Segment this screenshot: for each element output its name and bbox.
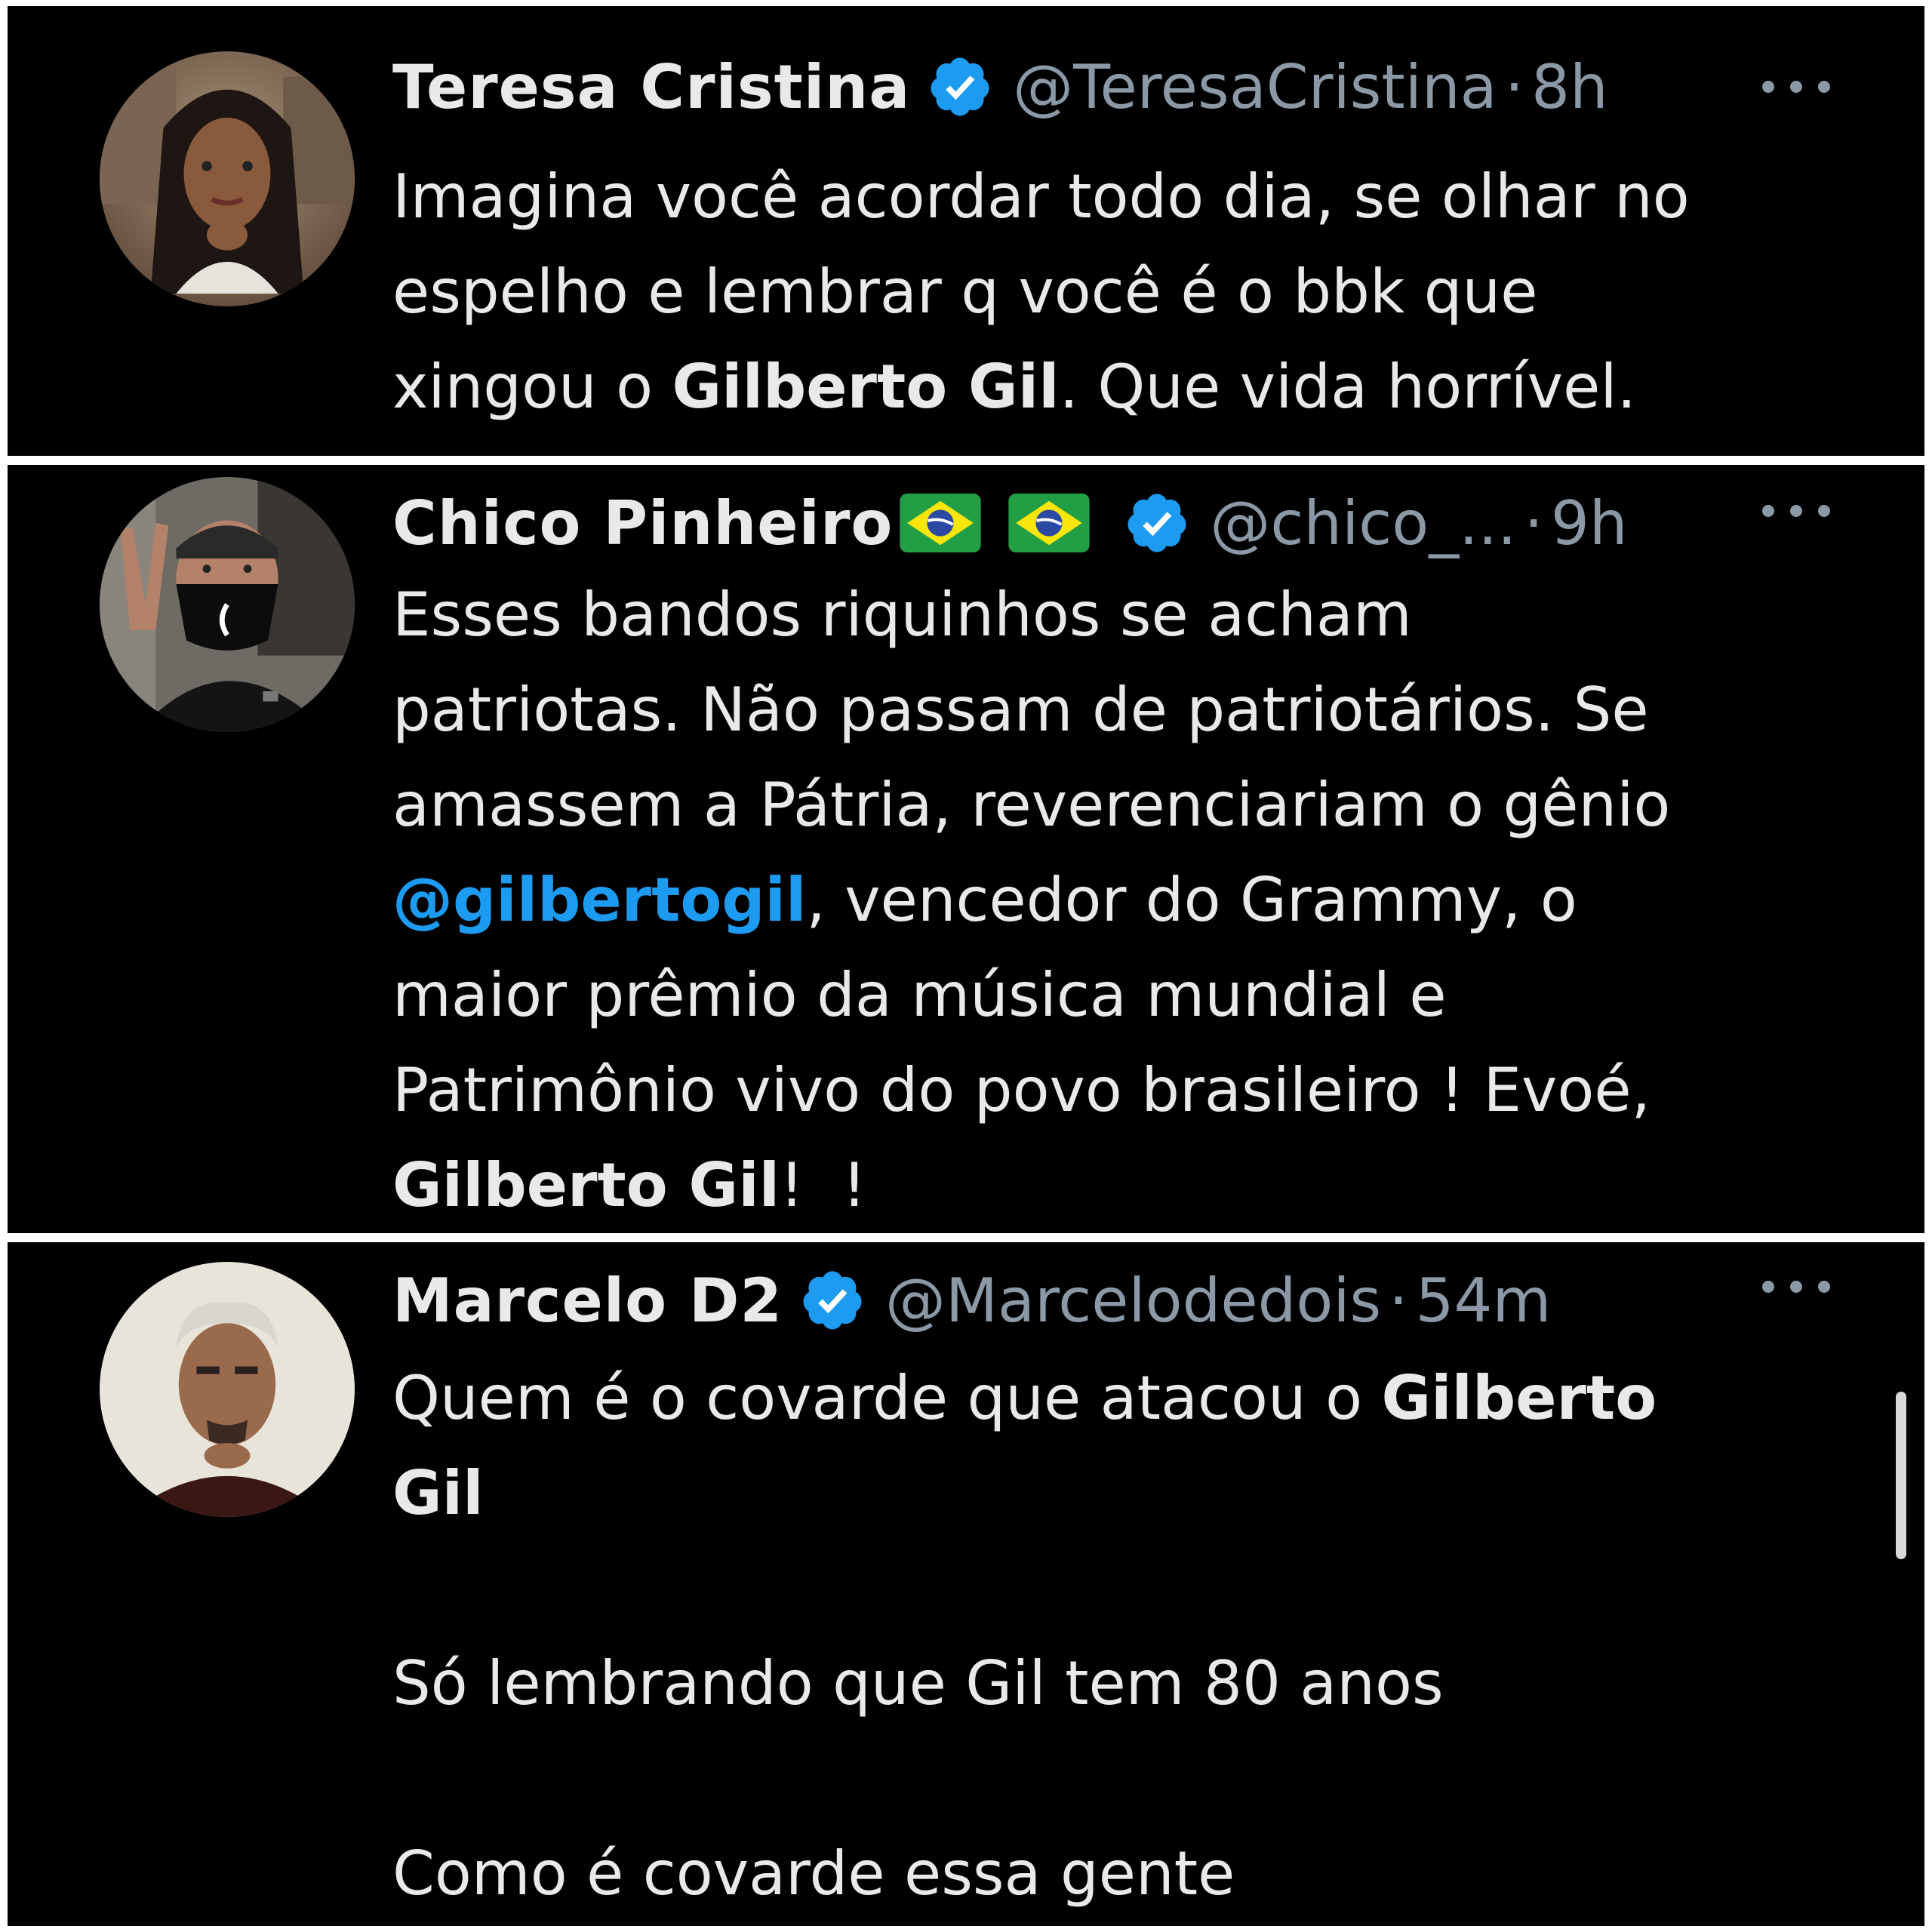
tweet-header: Chico Pinheiro @chico_... · 9h bbox=[392, 481, 1628, 565]
tweet-line: Imagina você acordar todo dia, se olhar … bbox=[392, 162, 1690, 232]
tweet-line: Gilberto Gil! ! bbox=[392, 1138, 1872, 1233]
text-segment: . Que vida horrível. bbox=[1059, 352, 1637, 422]
text-segment: , vencedor do Grammy, o bbox=[806, 865, 1577, 935]
avatar-photo-icon bbox=[100, 477, 355, 732]
tweet-line: Só lembrando que Gil tem 80 anos bbox=[392, 1648, 1444, 1718]
tweet-line: espelho e lembrar q você é o bbk que bbox=[392, 257, 1538, 327]
text-segment: ! ! bbox=[780, 1150, 867, 1220]
tweet-header: Teresa Cristina @TeresaCristina · 8h bbox=[392, 45, 1608, 128]
tweet-line: Patrimônio vivo do povo brasileiro ! Evo… bbox=[392, 1055, 1651, 1125]
display-name[interactable]: Teresa Cristina bbox=[392, 52, 910, 122]
scrollbar-thumb[interactable] bbox=[1896, 1392, 1906, 1559]
avatar-photo-icon bbox=[100, 51, 355, 306]
timestamp[interactable]: 54m bbox=[1416, 1266, 1552, 1336]
text-segment: xingou o bbox=[392, 352, 672, 422]
tweet-line: Como é covarde essa gente bbox=[392, 1838, 1235, 1909]
separator: · bbox=[1524, 488, 1543, 558]
brazil-flag-icon bbox=[900, 494, 981, 552]
bold-text: Gilberto Gil bbox=[392, 1150, 780, 1220]
tweet-line: maior prêmio da música mundial e bbox=[392, 960, 1447, 1030]
tweet-header: Marcelo D2 @Marcelodedois · 54m bbox=[392, 1259, 1551, 1342]
handle[interactable]: @Marcelodedois bbox=[885, 1266, 1381, 1336]
timestamp[interactable]: 9h bbox=[1551, 488, 1628, 558]
tweet-card[interactable]: Chico Pinheiro @chico_... · 9h Esses ban… bbox=[8, 465, 1924, 1233]
tweet-line: Quem é o covarde que atacou o Gilberto bbox=[392, 1351, 1872, 1446]
avatar[interactable] bbox=[100, 1262, 355, 1517]
separator: · bbox=[1504, 51, 1524, 122]
avatar[interactable] bbox=[100, 477, 355, 732]
separator: · bbox=[1389, 1265, 1408, 1336]
tweet-card[interactable]: Teresa Cristina @TeresaCristina · 8h Ima… bbox=[8, 6, 1924, 456]
avatar-photo-icon bbox=[100, 1262, 355, 1517]
more-options-icon[interactable] bbox=[1762, 75, 1830, 98]
brazil-flag-icon bbox=[1008, 494, 1090, 552]
timestamp[interactable]: 8h bbox=[1531, 52, 1608, 122]
tweet-line: Esses bandos riquinhos se acham bbox=[392, 580, 1412, 650]
tweet-card[interactable]: Marcelo D2 @Marcelodedois · 54m Quem é o… bbox=[8, 1242, 1924, 1926]
bold-text: Gilberto Gil bbox=[672, 352, 1060, 422]
display-name[interactable]: Chico Pinheiro bbox=[392, 488, 893, 558]
tweet-line: @gilbertogil, vencedor do Grammy, o bbox=[392, 853, 1872, 948]
bold-text: Gil bbox=[392, 1458, 484, 1528]
tweet-line: amassem a Pátria, reverenciariam o gênio bbox=[392, 770, 1671, 840]
tweet-text: Esses bandos riquinhos se acham patriotas… bbox=[392, 568, 1872, 1233]
verified-badge-icon bbox=[803, 1271, 862, 1330]
tweet-text: Imagina você acordar todo dia, se olhar … bbox=[392, 149, 1872, 435]
bold-text: Gilberto bbox=[1381, 1363, 1657, 1433]
verified-badge-icon bbox=[1128, 494, 1186, 552]
avatar[interactable] bbox=[100, 51, 355, 306]
mention-link[interactable]: @gilbertogil bbox=[392, 865, 806, 935]
text-segment: Quem é o covarde que atacou o bbox=[392, 1363, 1382, 1433]
handle[interactable]: @TeresaCristina bbox=[1013, 52, 1497, 122]
tweet-text: Quem é o covarde que atacou o Gilberto Gi… bbox=[392, 1351, 1872, 1921]
more-options-icon[interactable] bbox=[1762, 500, 1830, 522]
tweet-line: patriotas. Não passam de patriotários. S… bbox=[392, 675, 1649, 745]
tweet-line: xingou o Gilberto Gil. Que vida horrível… bbox=[392, 340, 1872, 435]
display-name[interactable]: Marcelo D2 bbox=[392, 1266, 783, 1336]
tweet-line: Gil bbox=[392, 1446, 1872, 1541]
more-options-icon[interactable] bbox=[1762, 1275, 1830, 1298]
handle[interactable]: @chico_... bbox=[1210, 488, 1516, 558]
verified-badge-icon bbox=[931, 57, 989, 116]
